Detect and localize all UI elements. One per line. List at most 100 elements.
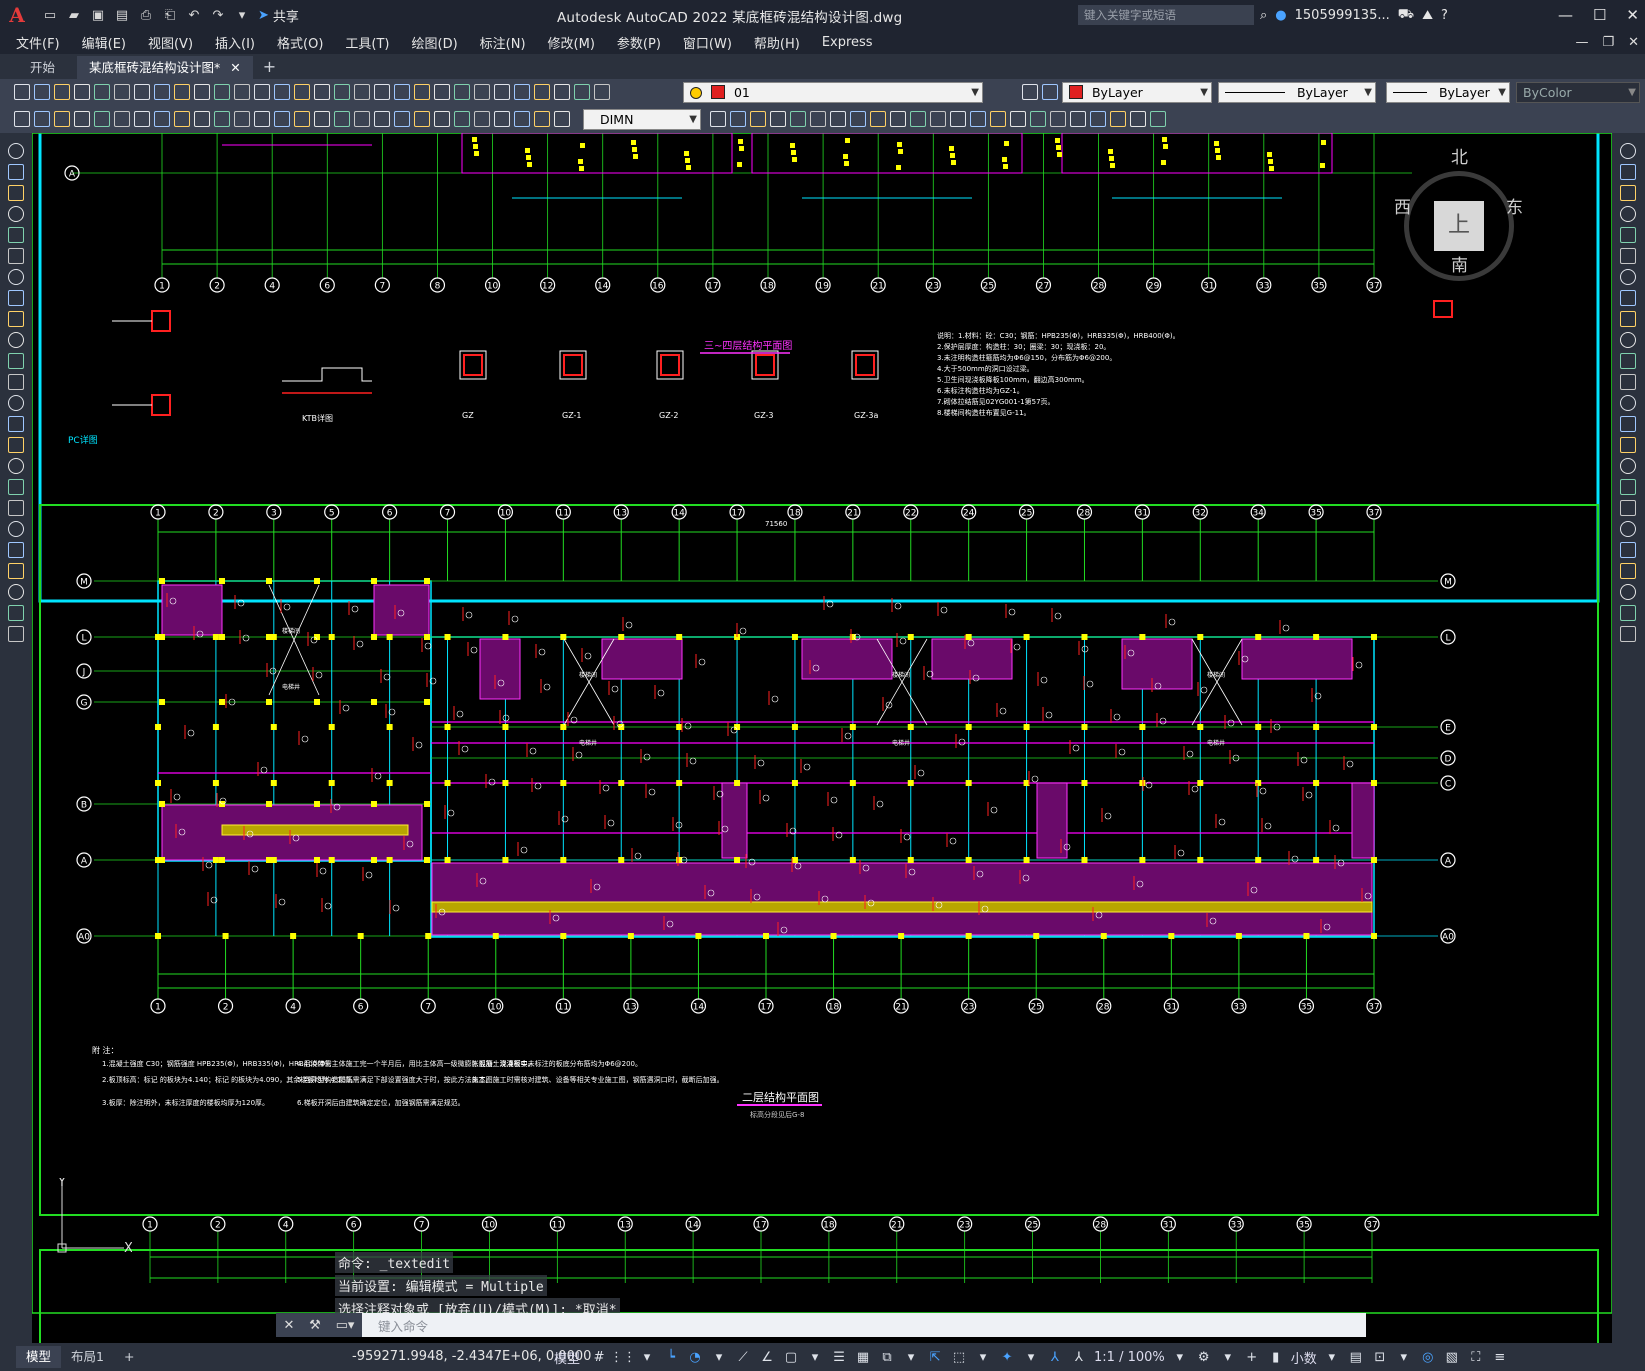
side-tool-icon[interactable] bbox=[8, 290, 24, 306]
command-recent-icon[interactable]: ▭▾ bbox=[328, 1313, 362, 1337]
side-tool-icon[interactable] bbox=[1620, 563, 1636, 579]
toolbar-tool-icon[interactable] bbox=[494, 111, 510, 127]
toolbar-tool-icon[interactable] bbox=[394, 111, 410, 127]
side-tool-icon[interactable] bbox=[8, 500, 24, 516]
toolbar-tool-icon[interactable] bbox=[354, 111, 370, 127]
side-tool-icon[interactable] bbox=[8, 248, 24, 264]
side-tool-icon[interactable] bbox=[1620, 269, 1636, 285]
toolbar-tool-icon[interactable] bbox=[514, 111, 530, 127]
toolbar-tool-icon[interactable] bbox=[54, 84, 70, 100]
toolbar-tool-icon[interactable] bbox=[234, 111, 250, 127]
compass-north[interactable]: 北 bbox=[1451, 143, 1468, 168]
side-tool-icon[interactable] bbox=[1620, 164, 1636, 180]
toolbar-tool-icon[interactable] bbox=[334, 84, 350, 100]
toolbar-tool-icon[interactable] bbox=[910, 111, 926, 127]
side-tool-icon[interactable] bbox=[1620, 143, 1636, 159]
toolbar-tool-icon[interactable] bbox=[870, 111, 886, 127]
menu-file[interactable]: 文件(F) bbox=[0, 33, 71, 52]
auto-scale-icon[interactable]: ⅄ bbox=[1070, 1348, 1088, 1366]
viewcube-top-face[interactable]: 上 bbox=[1434, 201, 1484, 251]
toolbar-tool-icon[interactable] bbox=[194, 111, 210, 127]
side-tool-icon[interactable] bbox=[8, 584, 24, 600]
menu-view[interactable]: 视图(V) bbox=[137, 33, 204, 52]
isodraft-icon[interactable]: ⟋ bbox=[734, 1348, 752, 1366]
side-tool-icon[interactable] bbox=[8, 458, 24, 474]
tab-close-icon[interactable]: ✕ bbox=[230, 56, 240, 79]
lineweight-dropdown[interactable]: ByLayer ▼ bbox=[1386, 82, 1510, 103]
side-tool-icon[interactable] bbox=[8, 185, 24, 201]
doc-close-icon[interactable]: ✕ bbox=[1628, 35, 1639, 50]
customize-wrench-icon[interactable]: ⚒ bbox=[302, 1313, 328, 1337]
side-tool-icon[interactable] bbox=[1620, 437, 1636, 453]
menu-format[interactable]: 格式(O) bbox=[266, 33, 334, 52]
chevron-down-icon[interactable]: ▾ bbox=[974, 1348, 992, 1366]
annotation-monitor-icon[interactable]: + bbox=[1243, 1348, 1261, 1366]
plotstyle-dropdown[interactable]: ByColor ▼ bbox=[1516, 82, 1640, 103]
toolbar-tool-icon[interactable] bbox=[294, 84, 310, 100]
chevron-down-icon[interactable]: ▾ bbox=[1323, 1348, 1341, 1366]
units-icon[interactable]: ▮ bbox=[1267, 1348, 1285, 1366]
toolbar-tool-icon[interactable] bbox=[74, 111, 90, 127]
isolate-objects-icon[interactable]: ◎ bbox=[1419, 1348, 1437, 1366]
side-tool-icon[interactable] bbox=[1620, 395, 1636, 411]
app-menu-button[interactable]: A bbox=[0, 0, 34, 30]
toolbar-tool-icon[interactable] bbox=[314, 111, 330, 127]
toolbar-tool-icon[interactable] bbox=[14, 111, 30, 127]
side-tool-icon[interactable] bbox=[8, 374, 24, 390]
side-tool-icon[interactable] bbox=[1620, 206, 1636, 222]
toolbar-tool-icon[interactable] bbox=[1090, 111, 1106, 127]
selection-cycling-icon[interactable]: ⧉ bbox=[878, 1348, 896, 1366]
toolbar-tool-icon[interactable] bbox=[494, 84, 510, 100]
toolbar-tool-icon[interactable] bbox=[434, 84, 450, 100]
chevron-down-icon[interactable]: ▾ bbox=[710, 1348, 728, 1366]
toolbar-tool-icon[interactable] bbox=[34, 84, 50, 100]
side-tool-icon[interactable] bbox=[8, 332, 24, 348]
toolbar-tool-icon[interactable] bbox=[930, 111, 946, 127]
command-input[interactable]: ✕ ⚒ ▭▾ 键入命令 bbox=[276, 1313, 1366, 1337]
compass-east[interactable]: 东 bbox=[1506, 193, 1523, 218]
toolbar-tool-icon[interactable] bbox=[474, 84, 490, 100]
toolbar-tool-icon[interactable] bbox=[1042, 84, 1058, 100]
side-tool-icon[interactable] bbox=[8, 479, 24, 495]
side-tool-icon[interactable] bbox=[8, 437, 24, 453]
toolbar-tool-icon[interactable] bbox=[454, 84, 470, 100]
new-tab-button[interactable]: + bbox=[263, 56, 276, 79]
chevron-down-icon[interactable]: ▾ bbox=[638, 1348, 656, 1366]
side-tool-icon[interactable] bbox=[1620, 584, 1636, 600]
toolbar-tool-icon[interactable] bbox=[254, 111, 270, 127]
toolbar-tool-icon[interactable] bbox=[74, 84, 90, 100]
side-tool-icon[interactable] bbox=[1620, 458, 1636, 474]
side-tool-icon[interactable] bbox=[1620, 416, 1636, 432]
side-tool-icon[interactable] bbox=[8, 143, 24, 159]
chevron-down-icon[interactable]: ▾ bbox=[1022, 1348, 1040, 1366]
save-icon[interactable]: ▣ bbox=[88, 5, 108, 25]
menu-window[interactable]: 窗口(W) bbox=[672, 33, 743, 52]
menu-parametric[interactable]: 参数(P) bbox=[606, 33, 672, 52]
side-tool-icon[interactable] bbox=[1620, 374, 1636, 390]
toolbar-tool-icon[interactable] bbox=[334, 111, 350, 127]
drawing-canvas[interactable]: 1 2 4 6 7 8 10 12 14 16 17 18 19 21 23 25 27 28 29 31 33 35 37… bbox=[32, 133, 1612, 1343]
side-tool-icon[interactable] bbox=[1620, 500, 1636, 516]
menu-dimension[interactable]: 标注(N) bbox=[469, 33, 537, 52]
menu-tools[interactable]: 工具(T) bbox=[334, 33, 400, 52]
toolbar-tool-icon[interactable] bbox=[594, 84, 610, 100]
toolbar-tool-icon[interactable] bbox=[114, 84, 130, 100]
toolbar-tool-icon[interactable] bbox=[274, 84, 290, 100]
toolbar-tool-icon[interactable] bbox=[990, 111, 1006, 127]
toolbar-tool-icon[interactable] bbox=[810, 111, 826, 127]
toolbar-tool-icon[interactable] bbox=[950, 111, 966, 127]
help-icon[interactable]: ? bbox=[1441, 8, 1448, 23]
add-layout-button[interactable]: + bbox=[114, 1346, 144, 1368]
toolbar-tool-icon[interactable] bbox=[194, 84, 210, 100]
toolbar-tool-icon[interactable] bbox=[750, 111, 766, 127]
menu-express[interactable]: Express bbox=[811, 35, 884, 50]
user-account[interactable]: 1505999135... bbox=[1295, 8, 1390, 23]
toolbar-tool-icon[interactable] bbox=[770, 111, 786, 127]
toolbar-tool-icon[interactable] bbox=[374, 84, 390, 100]
side-tool-icon[interactable] bbox=[1620, 290, 1636, 306]
side-tool-icon[interactable] bbox=[8, 563, 24, 579]
side-tool-icon[interactable] bbox=[1620, 521, 1636, 537]
toolbar-tool-icon[interactable] bbox=[394, 84, 410, 100]
ortho-icon[interactable]: ┕ bbox=[662, 1348, 680, 1366]
selection-filter-icon[interactable]: ⬚ bbox=[950, 1348, 968, 1366]
